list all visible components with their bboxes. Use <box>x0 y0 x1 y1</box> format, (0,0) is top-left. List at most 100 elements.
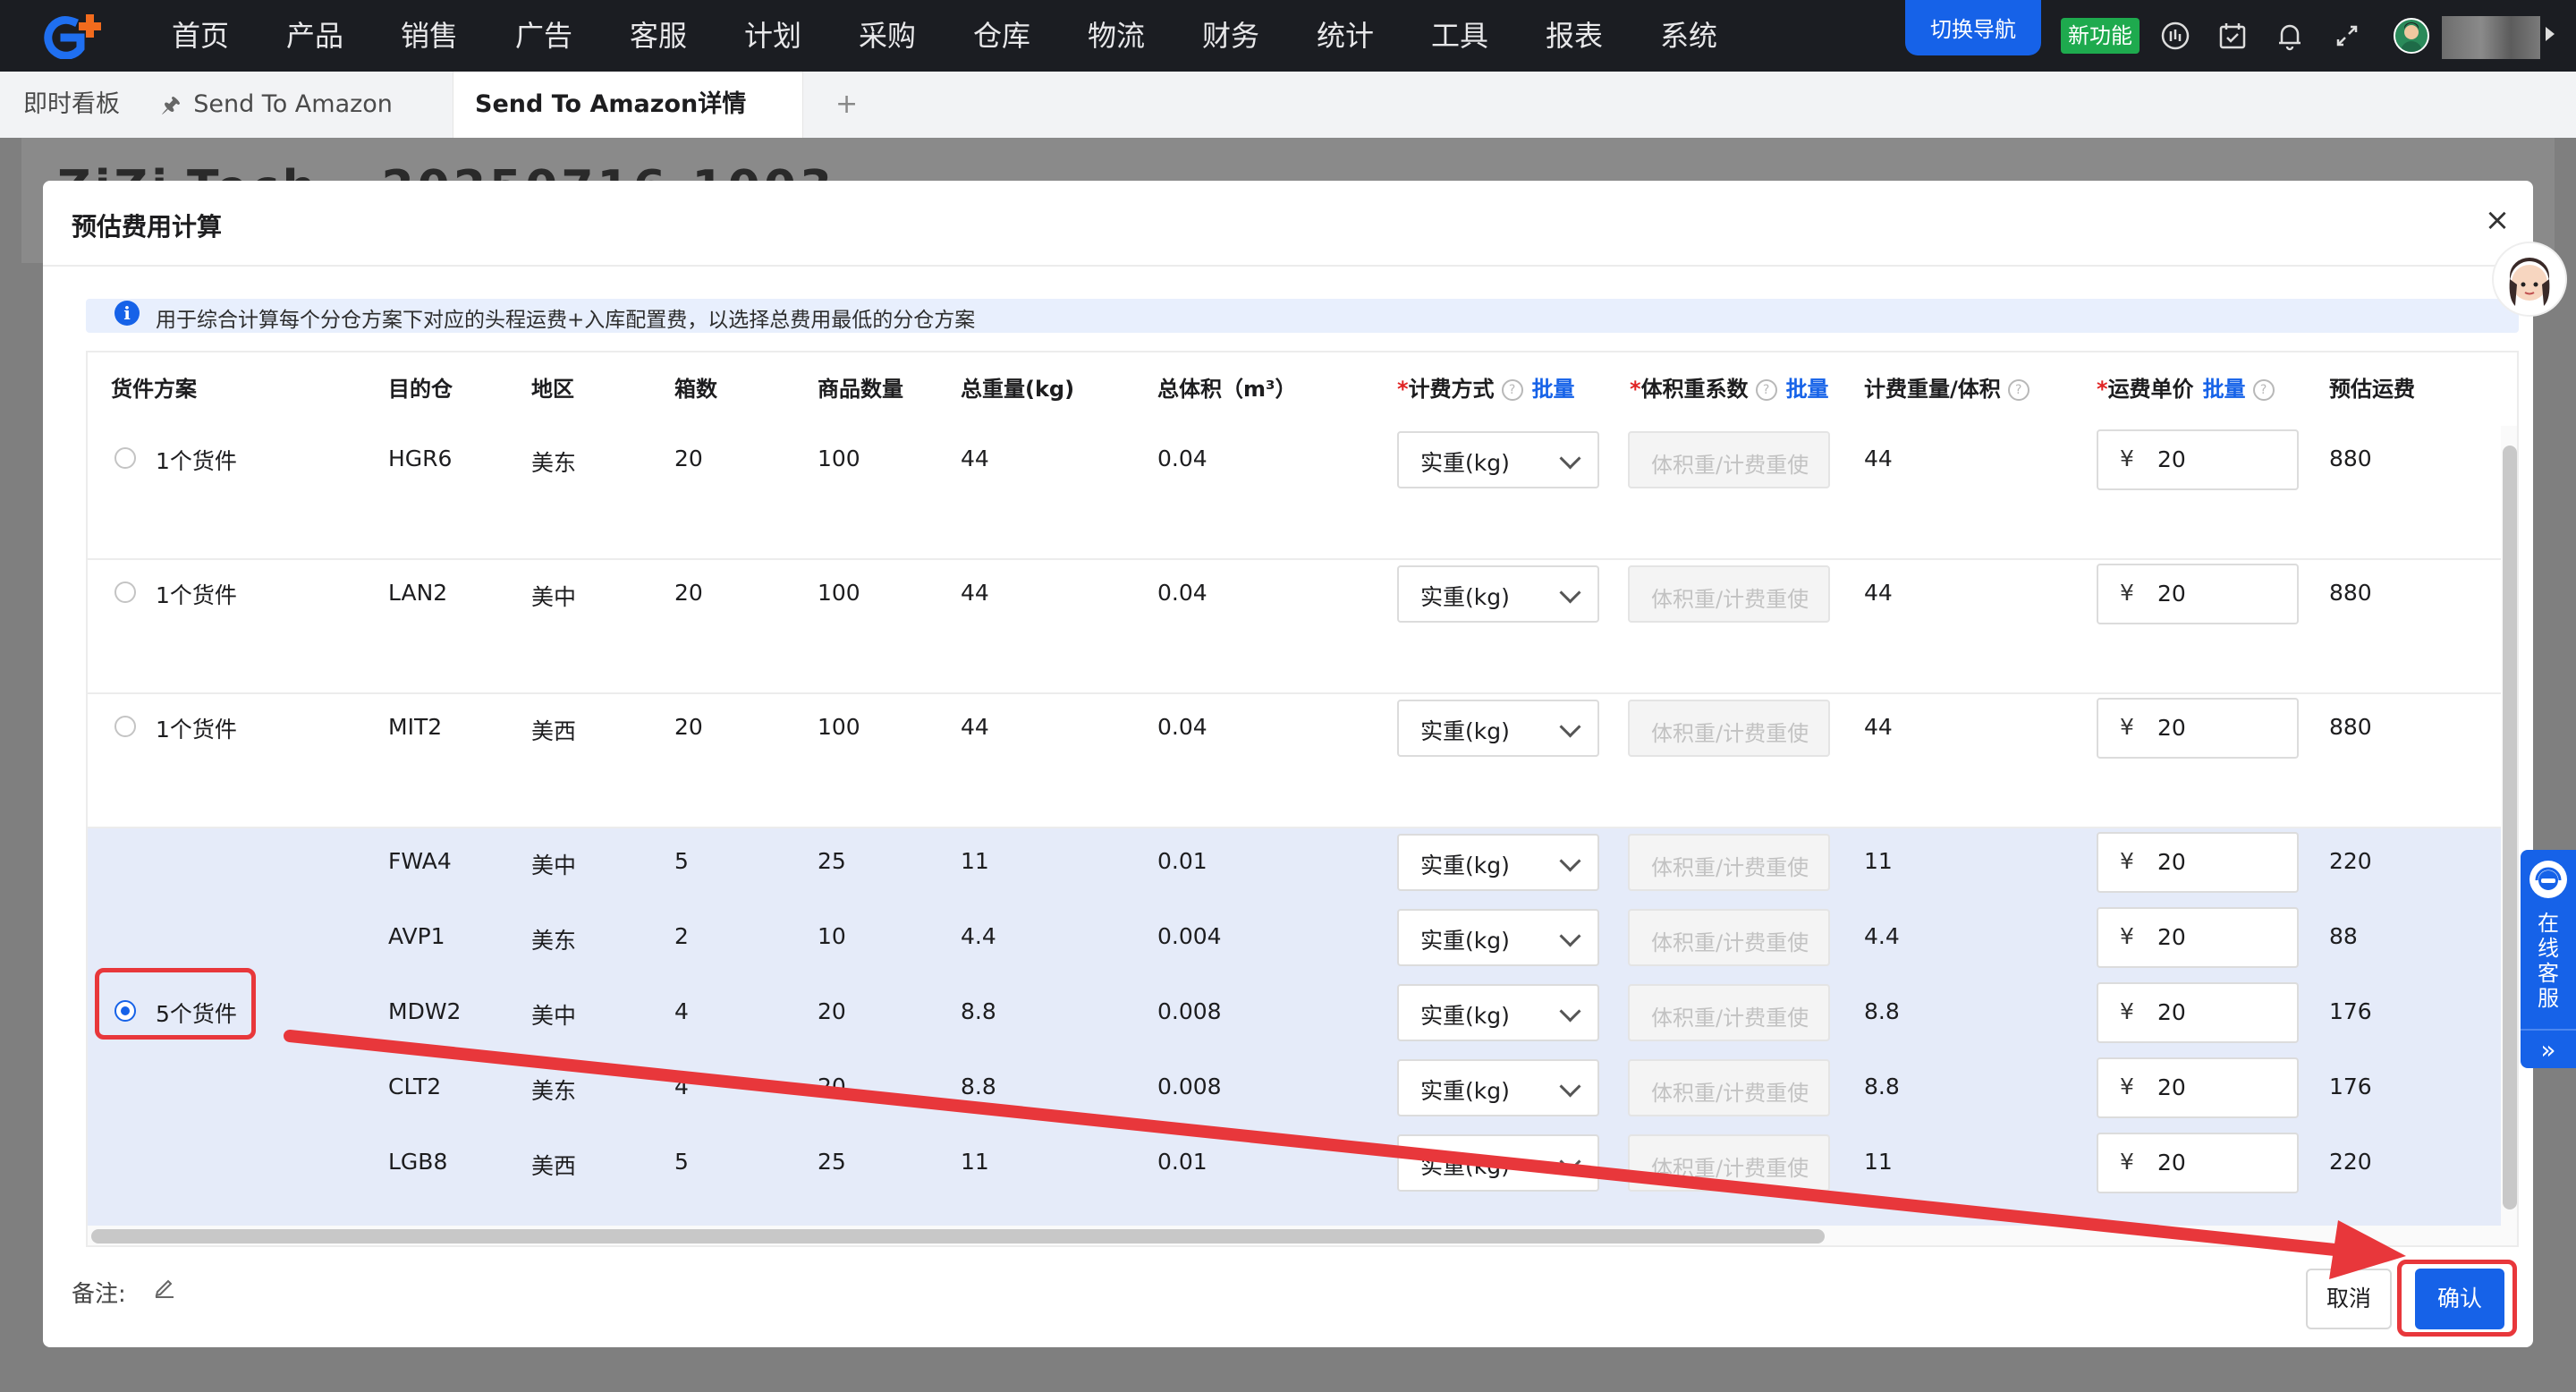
unit-price-input[interactable]: ¥20 <box>2097 982 2299 1043</box>
nav-item[interactable]: 采购 <box>859 16 916 55</box>
add-tab-button[interactable]: + <box>835 72 858 138</box>
billing-method-select[interactable]: 实重(kg) <box>1397 565 1599 623</box>
warehouse-cell: FWA4 <box>388 848 452 874</box>
volume-coefficient-placeholder: 体积重/计费重使 <box>1651 453 1809 478</box>
plan-radio[interactable] <box>114 447 136 469</box>
unit-price-input[interactable]: ¥20 <box>2097 1057 2299 1118</box>
user-name-redacted[interactable] <box>2442 16 2540 59</box>
plan-radio[interactable] <box>114 581 136 603</box>
billing-method-select[interactable]: 实重(kg) <box>1397 984 1599 1041</box>
billing-weight-cell: 8.8 <box>1864 1074 1900 1099</box>
billing-method-select[interactable]: 实重(kg) <box>1397 431 1599 488</box>
boxes-cell: 20 <box>674 714 703 740</box>
nav-item[interactable]: 物流 <box>1088 16 1145 55</box>
user-avatar[interactable] <box>2394 18 2429 54</box>
billing-method-select[interactable]: 实重(kg) <box>1397 909 1599 966</box>
bell-icon[interactable] <box>2274 20 2306 52</box>
help-icon[interactable]: ? <box>2007 379 2029 401</box>
region-cell: 美中 <box>531 584 577 610</box>
user-avatar-icon <box>2401 22 2422 52</box>
estimated-freight-cell: 176 <box>2329 1074 2372 1099</box>
new-feature-button[interactable]: 新功能 <box>2061 18 2140 54</box>
header-label: 计费重量/体积 <box>1864 377 2001 402</box>
volume-coefficient-input: 体积重/计费重使 <box>1628 1059 1830 1116</box>
plan-label[interactable]: 1个货件 <box>156 444 237 476</box>
batch-coefficient-link[interactable]: 批量 <box>1786 377 1829 402</box>
weight-cell: 44 <box>961 714 989 740</box>
tab-send-to-amazon-detail[interactable]: Send To Amazon详情 <box>453 72 803 138</box>
help-icon[interactable]: ? <box>2252 379 2275 401</box>
unit-price-input[interactable]: ¥20 <box>2097 564 2299 624</box>
assistant-avatar[interactable] <box>2492 242 2567 317</box>
online-service-widget[interactable]: 在线客服 » <box>2521 850 2576 1068</box>
service-label-char: 线 <box>2538 936 2559 961</box>
calendar-check-icon[interactable] <box>2216 20 2249 52</box>
fullscreen-icon[interactable] <box>2331 20 2363 52</box>
unit-price-input[interactable]: ¥20 <box>2097 907 2299 968</box>
header-billing-method: *计费方式? 批量 <box>1397 352 1575 426</box>
unit-price-input[interactable]: ¥20 <box>2097 1133 2299 1193</box>
caret-right-icon[interactable] <box>2546 27 2555 41</box>
collapse-icon[interactable]: » <box>2521 1032 2576 1068</box>
vertical-scrollbar[interactable] <box>2503 446 2517 1210</box>
volume-cell: 0.004 <box>1157 923 1222 949</box>
nav-item[interactable]: 广告 <box>515 16 572 55</box>
horizontal-scrollbar[interactable] <box>91 1229 1825 1243</box>
nav-item[interactable]: 仓库 <box>973 16 1030 55</box>
boxes-cell: 5 <box>674 848 689 874</box>
billing-method-select[interactable]: 实重(kg) <box>1397 834 1599 891</box>
unit-price-input[interactable]: ¥20 <box>2097 832 2299 893</box>
nav-item[interactable]: 报表 <box>1546 16 1603 55</box>
region-cell: 美东 <box>531 450 577 476</box>
tab-dashboard[interactable]: 即时看板 <box>23 72 120 138</box>
billing-method-select[interactable]: 实重(kg) <box>1397 1059 1599 1116</box>
required-mark: * <box>1397 377 1409 402</box>
volume-coefficient-placeholder: 体积重/计费重使 <box>1651 1006 1809 1031</box>
nav-item[interactable]: 财务 <box>1202 16 1259 55</box>
volume-cell: 0.04 <box>1157 446 1208 471</box>
modal-header-divider <box>43 265 2533 267</box>
tab-send-to-amazon[interactable]: 🖈 Send To Amazon <box>161 72 393 138</box>
plan-radio[interactable] <box>114 716 136 737</box>
unit-price-value: 20 <box>2157 849 2186 875</box>
help-icon[interactable]: ? <box>1755 379 1777 401</box>
estimated-freight-cell: 220 <box>2329 1149 2372 1175</box>
activity-icon[interactable] <box>2159 20 2191 52</box>
batch-price-link[interactable]: 批量 <box>2203 377 2246 402</box>
weight-cell: 44 <box>961 580 989 606</box>
nav-item[interactable]: 工具 <box>1431 16 1488 55</box>
estimated-freight-cell: 88 <box>2329 923 2358 949</box>
billing-method-value: 实重(kg) <box>1420 450 1510 476</box>
nav-item[interactable]: 产品 <box>286 16 343 55</box>
fee-estimate-modal: 预估费用计算 × i 用于综合计算每个分仓方案下对应的头程运费+入库配置费，以选… <box>43 181 2533 1347</box>
boxes-cell: 5 <box>674 1149 689 1175</box>
close-icon[interactable]: × <box>2481 204 2513 236</box>
nav-item[interactable]: 统计 <box>1317 16 1374 55</box>
annotation-highlight-confirm <box>2397 1260 2517 1337</box>
plan-label[interactable]: 1个货件 <box>156 578 237 610</box>
nav-item[interactable]: 客服 <box>630 16 687 55</box>
nav-item[interactable]: 销售 <box>401 16 458 55</box>
app-logo-icon[interactable] <box>34 13 113 59</box>
billing-method-select[interactable]: 实重(kg) <box>1397 1134 1599 1192</box>
billing-method-value: 实重(kg) <box>1420 1078 1510 1104</box>
switch-navigation-button[interactable]: 切换导航 <box>1905 0 2041 55</box>
unit-price-input[interactable]: ¥20 <box>2097 429 2299 490</box>
cancel-button[interactable]: 取消 <box>2306 1269 2392 1329</box>
nav-item[interactable]: 系统 <box>1660 16 1717 55</box>
unit-price-input[interactable]: ¥20 <box>2097 698 2299 759</box>
billing-method-select[interactable]: 实重(kg) <box>1397 700 1599 757</box>
volume-coefficient-input: 体积重/计费重使 <box>1628 1134 1830 1192</box>
pin-icon[interactable]: 🖈 <box>161 72 181 138</box>
batch-method-link[interactable]: 批量 <box>1532 377 1575 402</box>
warehouse-cell: HGR6 <box>388 446 453 471</box>
nav-item[interactable]: 首页 <box>172 16 229 55</box>
edit-remark-icon[interactable] <box>152 1274 177 1299</box>
volume-cell: 0.01 <box>1157 1149 1208 1175</box>
help-icon[interactable]: ? <box>1501 379 1523 401</box>
nav-item[interactable]: 计划 <box>744 16 801 55</box>
header-warehouse: 目的仓 <box>388 377 453 402</box>
boxes-cell: 2 <box>674 923 689 949</box>
plan-label[interactable]: 1个货件 <box>156 712 237 744</box>
header-boxes: 箱数 <box>674 377 717 402</box>
